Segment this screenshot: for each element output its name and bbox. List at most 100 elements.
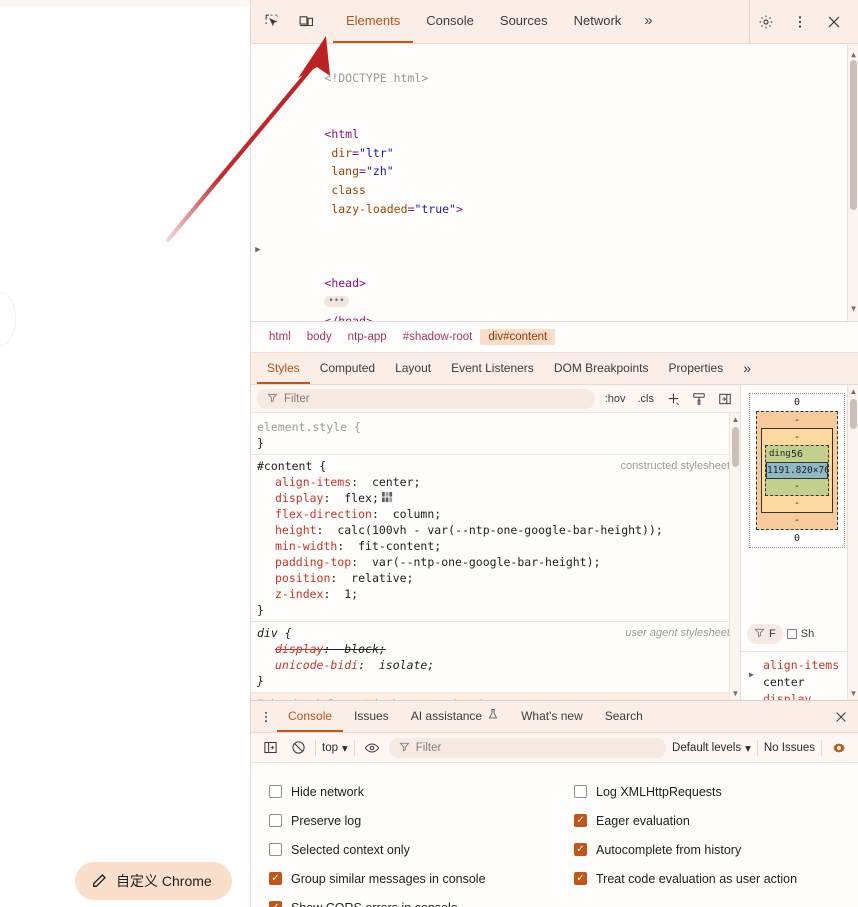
- close-icon[interactable]: [818, 0, 850, 44]
- drawer-tab-issues[interactable]: Issues: [343, 701, 400, 732]
- decl-height[interactable]: height: calc(100vh - var(--ntp-one-googl…: [257, 522, 730, 538]
- group-similar-checkbox[interactable]: [269, 872, 282, 885]
- clear-console-icon[interactable]: [287, 737, 309, 759]
- tab-styles[interactable]: Styles: [257, 353, 310, 384]
- dom-tree-view[interactable]: <!DOCTYPE html> <html dir="ltr" lang="zh…: [251, 44, 858, 322]
- css-rule-content[interactable]: constructed stylesheet #content { align-…: [251, 455, 740, 622]
- console-settings-gear-icon[interactable]: [828, 737, 850, 759]
- dom-tree-scrollbar[interactable]: ▲ ▼: [847, 44, 858, 321]
- paintbrush-icon[interactable]: [690, 392, 708, 406]
- tab-sources[interactable]: Sources: [487, 0, 561, 43]
- show-cors-errors-checkbox[interactable]: [269, 901, 282, 907]
- box-model-border[interactable]: - ding 56 1191.820×769.446 -: [761, 428, 833, 513]
- inspect-element-icon[interactable]: [257, 13, 287, 30]
- styles-more-tabs-button[interactable]: »: [733, 353, 761, 384]
- more-tabs-button[interactable]: »: [634, 0, 662, 43]
- option-eager-evaluation[interactable]: Eager evaluation: [574, 806, 844, 835]
- breadcrumb-item-body[interactable]: body: [299, 329, 340, 345]
- drawer-tab-console[interactable]: Console: [277, 701, 343, 732]
- decl-flex-direction[interactable]: flex-direction: column;: [257, 506, 730, 522]
- css-rule-div-ua[interactable]: user agent stylesheet div { display: blo…: [251, 622, 740, 693]
- toggle-sidebar-icon[interactable]: [716, 392, 734, 406]
- scroll-up-icon[interactable]: ▲: [731, 415, 740, 424]
- log-xhr-checkbox[interactable]: [574, 785, 587, 798]
- option-group-similar[interactable]: Group similar messages in console: [269, 864, 574, 893]
- dom-line-html[interactable]: <html dir="ltr" lang="zh" class lazy-loa…: [251, 106, 858, 237]
- tab-console[interactable]: Console: [413, 0, 487, 43]
- customize-chrome-button[interactable]: 自定义 Chrome: [75, 862, 232, 900]
- breadcrumb-item-ntp-app[interactable]: ntp-app: [340, 329, 395, 345]
- option-autocomplete-history[interactable]: Autocomplete from history: [574, 835, 844, 864]
- option-preserve-log[interactable]: Preserve log: [269, 806, 574, 835]
- breadcrumb-item-shadow-root[interactable]: #shadow-root: [395, 329, 481, 345]
- tab-properties[interactable]: Properties: [659, 353, 734, 384]
- treat-code-eval-checkbox[interactable]: [574, 872, 587, 885]
- decl-z-index[interactable]: z-index: 1;: [257, 586, 730, 602]
- scroll-down-icon[interactable]: ▼: [849, 689, 858, 698]
- computed-prop-align-items[interactable]: ▶ align-items center: [747, 657, 858, 691]
- autocomplete-history-checkbox[interactable]: [574, 843, 587, 856]
- dom-line-head[interactable]: ▶ <head> ••• </head>: [251, 237, 858, 322]
- live-expression-icon[interactable]: [361, 737, 383, 759]
- hide-network-checkbox[interactable]: [269, 785, 282, 798]
- scrollbar-thumb[interactable]: [850, 60, 857, 210]
- console-filter-input[interactable]: Filter: [389, 738, 666, 758]
- drawer-tab-whats-new[interactable]: What's new: [510, 701, 594, 732]
- kebab-menu-icon[interactable]: [784, 0, 816, 44]
- decl-padding-top[interactable]: padding-top: var(--ntp-one-google-bar-he…: [257, 554, 730, 570]
- device-toolbar-icon[interactable]: [291, 13, 321, 30]
- box-model-padding[interactable]: ding 56 1191.820×769.446 -: [765, 445, 829, 496]
- tab-layout[interactable]: Layout: [385, 353, 441, 384]
- drawer-tab-ai-assistance[interactable]: AI assistance: [400, 701, 510, 732]
- drawer-tab-search[interactable]: Search: [594, 701, 654, 732]
- decl-unicode-bidi[interactable]: unicode-bidi: isolate;: [257, 657, 730, 673]
- drawer-close-icon[interactable]: [824, 701, 858, 732]
- flex-badge-icon[interactable]: [382, 491, 393, 502]
- box-model-content[interactable]: 1191.820×769.446: [766, 462, 828, 479]
- tab-elements[interactable]: Elements: [333, 0, 413, 43]
- decl-min-width[interactable]: min-width: fit-content;: [257, 538, 730, 554]
- breadcrumb-item-html[interactable]: html: [261, 329, 299, 345]
- scrollbar-thumb[interactable]: [850, 399, 857, 429]
- breadcrumb-item-div-content[interactable]: div#content: [480, 329, 555, 345]
- hov-button[interactable]: :hov: [603, 393, 628, 405]
- scroll-down-icon[interactable]: ▼: [849, 300, 858, 319]
- drawer-kebab-menu-icon[interactable]: [255, 701, 277, 732]
- box-model-margin[interactable]: - - ding 56 1191.820×769.446: [756, 411, 838, 530]
- computed-filter-input[interactable]: F: [747, 624, 783, 644]
- tab-computed[interactable]: Computed: [310, 353, 385, 384]
- tab-event-listeners[interactable]: Event Listeners: [441, 353, 544, 384]
- console-issues-status[interactable]: No Issues: [764, 742, 815, 754]
- styles-filter-input[interactable]: Filter: [257, 389, 595, 409]
- eager-evaluation-checkbox[interactable]: [574, 814, 587, 827]
- decl-position[interactable]: position: relative;: [257, 570, 730, 586]
- cls-button[interactable]: .cls: [636, 393, 657, 405]
- option-log-xhr[interactable]: Log XMLHttpRequests: [574, 777, 844, 806]
- console-levels-selector[interactable]: Default levels ▾: [672, 741, 751, 755]
- computed-properties-list[interactable]: ▶ align-items center ▶ display f: [741, 651, 858, 700]
- computed-prop-display[interactable]: ▶ display f: [747, 691, 858, 700]
- console-context-selector[interactable]: top ▾: [322, 741, 348, 755]
- plus-icon[interactable]: [664, 391, 682, 406]
- option-treat-code-eval[interactable]: Treat code evaluation as user action: [574, 864, 844, 893]
- gear-icon[interactable]: [750, 0, 782, 44]
- chevron-right-icon[interactable]: ▶: [253, 241, 263, 260]
- tab-dom-breakpoints[interactable]: DOM Breakpoints: [544, 353, 659, 384]
- selected-context-only-checkbox[interactable]: [269, 843, 282, 856]
- console-sidebar-icon[interactable]: [259, 737, 281, 759]
- styles-scrollbar[interactable]: ▲ ▼: [729, 413, 740, 700]
- decl-display[interactable]: display: flex;: [257, 490, 730, 506]
- chevron-right-icon[interactable]: ▶: [749, 666, 754, 683]
- decl-align-items[interactable]: align-items: center;: [257, 474, 730, 490]
- show-all-checkbox[interactable]: [787, 629, 797, 639]
- computed-scrollbar[interactable]: ▲ ▼: [847, 385, 858, 700]
- option-selected-context-only[interactable]: Selected context only: [269, 835, 574, 864]
- box-model-diagram[interactable]: 0 - - ding 56: [749, 393, 845, 548]
- css-rule-element-style[interactable]: element.style { }: [251, 416, 740, 455]
- collapsed-children-icon[interactable]: •••: [324, 296, 348, 307]
- option-show-cors-errors[interactable]: Show CORS errors in console: [269, 893, 574, 907]
- decl-ua-display[interactable]: display: block;: [257, 641, 730, 657]
- scrollbar-thumb[interactable]: [732, 427, 739, 467]
- preserve-log-checkbox[interactable]: [269, 814, 282, 827]
- css-rules-list[interactable]: element.style { } constructed stylesheet…: [251, 413, 740, 700]
